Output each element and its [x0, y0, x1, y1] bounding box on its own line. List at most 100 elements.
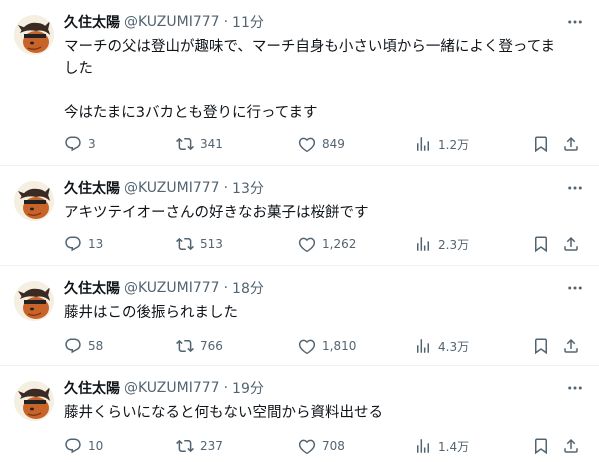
share-button[interactable]: [562, 134, 580, 154]
views-button[interactable]: 4.3万: [414, 336, 469, 356]
view-count: 1.4万: [438, 439, 470, 454]
bookmark-button[interactable]: [532, 436, 550, 456]
retweet-icon: [176, 235, 194, 253]
avatar[interactable]: [14, 281, 54, 321]
heart-icon: [298, 135, 316, 153]
more-icon[interactable]: [565, 378, 585, 398]
views-button[interactable]: 1.2万: [414, 134, 469, 154]
bookmark-icon: [532, 235, 550, 253]
separator: ·: [223, 380, 229, 396]
like-count: 1,810: [322, 339, 357, 353]
like-button[interactable]: 708: [298, 436, 345, 456]
author-name[interactable]: 久住太陽: [64, 378, 120, 398]
tweet-header: 久住太陽 @KUZUMI777 · 11分: [64, 12, 264, 32]
author-name[interactable]: 久住太陽: [64, 178, 120, 198]
tweet-text: マーチの父は登山が趣味で、マーチ自身も小さい頃から一緒によく登ってま した 今は…: [64, 39, 555, 121]
reply-button[interactable]: 10: [64, 436, 103, 456]
separator: ·: [223, 180, 229, 196]
bar-chart-icon: [414, 437, 432, 455]
more-icon[interactable]: [565, 12, 585, 32]
action-bar: 13 513 1,262 2.3万: [64, 234, 584, 254]
action-bar: 58 766 1,810 4.3万: [64, 336, 584, 356]
like-count: 1,262: [322, 237, 357, 251]
retweet-count: 341: [200, 137, 223, 151]
heart-icon: [298, 235, 316, 253]
reply-icon: [64, 437, 82, 455]
timestamp[interactable]: 11分: [232, 12, 264, 32]
action-bar: 10 237 708 1.4万: [64, 436, 584, 456]
timestamp[interactable]: 13分: [232, 178, 264, 198]
share-button[interactable]: [562, 336, 580, 356]
bookmark-button[interactable]: [532, 336, 550, 356]
retweet-button[interactable]: 766: [176, 336, 223, 356]
author-handle[interactable]: @KUZUMI777: [124, 380, 220, 396]
reply-button[interactable]: 13: [64, 234, 103, 254]
avatar[interactable]: [14, 381, 54, 421]
views-button[interactable]: 2.3万: [414, 234, 469, 254]
bar-chart-icon: [414, 337, 432, 355]
reply-count: 58: [88, 339, 104, 353]
reply-count: 13: [88, 237, 104, 251]
tweet[interactable]: 久住太陽 @KUZUMI777 · 19分 藤井くらいになると何もない空間から資…: [0, 366, 599, 462]
timestamp[interactable]: 19分: [232, 378, 264, 398]
tweet-text: 藤井はこの後振られました: [64, 305, 238, 321]
author-handle[interactable]: @KUZUMI777: [124, 280, 220, 296]
author-name[interactable]: 久住太陽: [64, 278, 120, 298]
author-name[interactable]: 久住太陽: [64, 12, 120, 32]
bookmark-button[interactable]: [532, 134, 550, 154]
tweet[interactable]: 久住太陽 @KUZUMI777 · 18分 藤井はこの後振られました 58 76…: [0, 266, 599, 366]
bar-chart-icon: [414, 135, 432, 153]
share-icon: [562, 235, 580, 253]
view-count: 4.3万: [438, 339, 470, 354]
like-count: 849: [322, 137, 345, 151]
avatar[interactable]: [14, 181, 54, 221]
bookmark-icon: [532, 437, 550, 455]
more-icon[interactable]: [565, 278, 585, 298]
separator: ·: [223, 280, 229, 296]
share-icon: [562, 337, 580, 355]
author-handle[interactable]: @KUZUMI777: [124, 180, 220, 196]
like-button[interactable]: 849: [298, 134, 345, 154]
reply-button[interactable]: 58: [64, 336, 103, 356]
reply-icon: [64, 337, 82, 355]
retweet-button[interactable]: 513: [176, 234, 223, 254]
tweet[interactable]: 久住太陽 @KUZUMI777 · 13分 アキツテイオーさんの好きなお菓子は桜…: [0, 166, 599, 266]
share-icon: [562, 135, 580, 153]
like-button[interactable]: 1,810: [298, 336, 356, 356]
retweet-button[interactable]: 237: [176, 436, 223, 456]
more-icon[interactable]: [565, 178, 585, 198]
like-count: 708: [322, 439, 345, 453]
bookmark-icon: [532, 135, 550, 153]
reply-icon: [64, 135, 82, 153]
reply-count: 10: [88, 439, 104, 453]
heart-icon: [298, 337, 316, 355]
share-button[interactable]: [562, 234, 580, 254]
retweet-icon: [176, 135, 194, 153]
reply-icon: [64, 235, 82, 253]
view-count: 2.3万: [438, 237, 470, 252]
author-handle[interactable]: @KUZUMI777: [124, 14, 220, 30]
bookmark-button[interactable]: [532, 234, 550, 254]
retweet-count: 513: [200, 237, 223, 251]
bookmark-icon: [532, 337, 550, 355]
like-button[interactable]: 1,262: [298, 234, 356, 254]
bar-chart-icon: [414, 235, 432, 253]
retweet-count: 766: [200, 339, 223, 353]
views-button[interactable]: 1.4万: [414, 436, 469, 456]
action-bar: 3 341 849 1.2万: [64, 134, 584, 154]
tweet-header: 久住太陽 @KUZUMI777 · 19分: [64, 378, 264, 398]
timestamp[interactable]: 18分: [232, 278, 264, 298]
share-button[interactable]: [562, 436, 580, 456]
retweet-icon: [176, 437, 194, 455]
reply-button[interactable]: 3: [64, 134, 96, 154]
separator: ·: [223, 14, 229, 30]
tweet-header: 久住太陽 @KUZUMI777 · 13分: [64, 178, 264, 198]
heart-icon: [298, 437, 316, 455]
retweet-icon: [176, 337, 194, 355]
retweet-count: 237: [200, 439, 223, 453]
avatar[interactable]: [14, 15, 54, 55]
view-count: 1.2万: [438, 137, 470, 152]
reply-count: 3: [88, 137, 96, 151]
retweet-button[interactable]: 341: [176, 134, 223, 154]
tweet[interactable]: 久住太陽 @KUZUMI777 · 11分 マーチの父は登山が趣味で、マーチ自身…: [0, 0, 599, 166]
